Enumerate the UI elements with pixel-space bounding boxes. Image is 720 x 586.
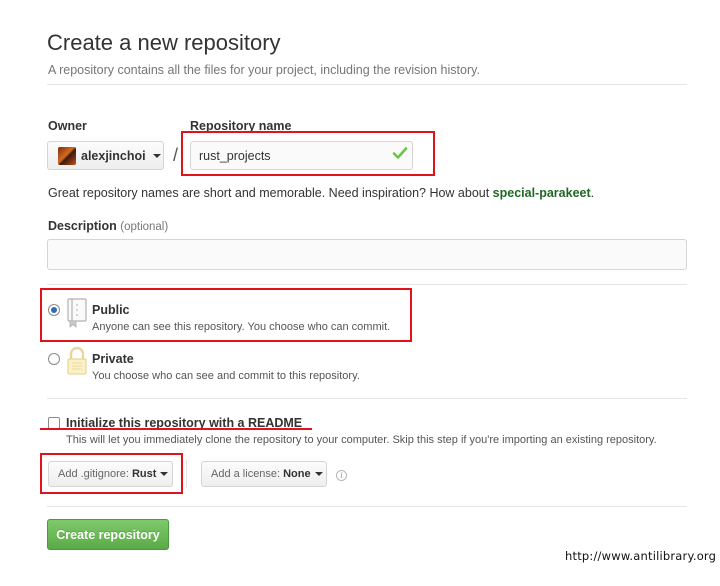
optional-tag: (optional) (120, 221, 169, 233)
private-option-description: You choose who can see and commit to thi… (92, 370, 360, 382)
public-option-description: Anyone can see this repository. You choo… (92, 321, 391, 333)
suggested-name-link[interactable]: special-parakeet (493, 186, 591, 200)
public-option-title[interactable]: Public (92, 303, 130, 317)
chevron-down-icon (160, 472, 169, 476)
license-value: None (283, 468, 311, 480)
hint-end: . (590, 186, 595, 200)
book-icon (67, 298, 87, 328)
page-subtitle: A repository contains all the files for … (48, 63, 480, 77)
header-divider (47, 84, 687, 85)
watermark-url: http://www.antilibrary.org (565, 549, 717, 563)
repository-name-label: Repository name (190, 119, 292, 133)
public-radio[interactable] (48, 304, 60, 316)
description-input[interactable] (47, 239, 687, 270)
create-repository-button[interactable]: Create repository (47, 519, 169, 550)
page-title: Create a new repository (47, 30, 281, 55)
checkmark-icon (392, 147, 408, 159)
readme-description: This will let you immediately clone the … (66, 434, 657, 446)
chevron-down-icon (152, 153, 161, 158)
lock-icon (67, 346, 87, 375)
name-suggestion-hint: Great repository names are short and mem… (48, 186, 594, 200)
options-divider (47, 506, 687, 507)
visibility-divider (47, 398, 687, 399)
gitignore-value: Rust (131, 468, 157, 480)
owner-label: Owner (48, 119, 87, 133)
chevron-down-icon (314, 472, 323, 476)
license-dropdown[interactable]: Add a license: None (201, 461, 327, 487)
description-divider (47, 284, 687, 285)
gitignore-dropdown[interactable]: Add .gitignore: Rust (48, 461, 173, 487)
info-icon[interactable]: i (336, 470, 347, 481)
dropdown-separator (186, 460, 187, 488)
owner-dropdown[interactable]: alexjinchoi (47, 141, 164, 170)
repository-name-input[interactable] (190, 141, 413, 170)
private-radio[interactable] (48, 353, 60, 365)
license-prefix: Add a license: (211, 468, 281, 480)
description-label-text: Description (48, 219, 117, 233)
private-option-title[interactable]: Private (92, 352, 134, 366)
avatar (58, 146, 76, 165)
highlight-readme-underline (40, 428, 312, 430)
description-label: Description (optional) (48, 219, 168, 233)
owner-name: alexjinchoi (81, 148, 146, 163)
hint-text: Great repository names are short and mem… (48, 186, 493, 200)
owner-repo-separator: / (173, 145, 179, 165)
gitignore-prefix: Add .gitignore: (58, 468, 129, 480)
